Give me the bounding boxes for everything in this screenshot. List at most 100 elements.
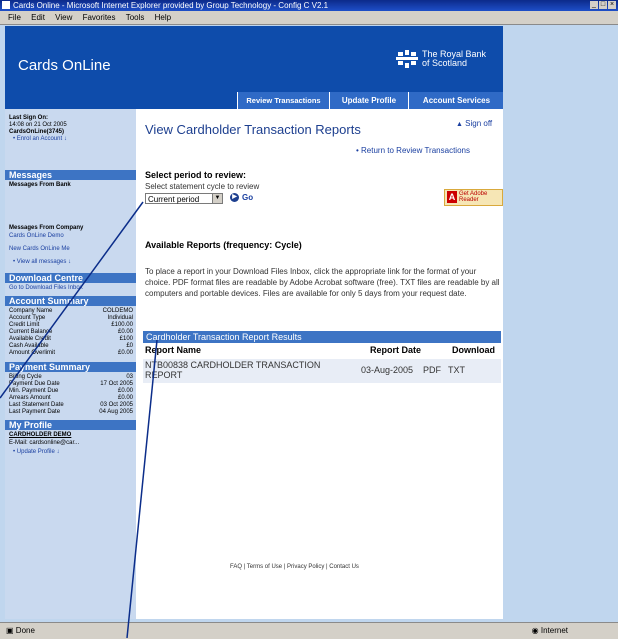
company-demo-link[interactable]: Cards OnLine Demo bbox=[9, 233, 133, 240]
minimize-button[interactable]: _ bbox=[590, 1, 598, 9]
maximize-button[interactable]: □ bbox=[599, 1, 607, 9]
period-heading: Select period to review: bbox=[145, 170, 247, 180]
table-row: Company Name COLDEMO bbox=[9, 308, 133, 315]
table-row: NTB00838 CARDHOLDER TRANSACTION REPORT 0… bbox=[143, 359, 501, 383]
txt-download-link[interactable]: TXT bbox=[448, 365, 465, 375]
menu-view[interactable]: View bbox=[55, 13, 72, 22]
row-value: £100.00 bbox=[111, 322, 133, 328]
available-reports-description: To place a report in your Download Files… bbox=[145, 267, 500, 298]
sidebar: Last Sign On: 14:08 on 21 Oct 2005 Cards… bbox=[5, 109, 136, 619]
dropdown-arrow-icon[interactable]: ▼ bbox=[212, 194, 222, 203]
view-all-label: View all messages bbox=[16, 259, 67, 265]
row-label: Company Name bbox=[9, 308, 53, 314]
menu-file[interactable]: File bbox=[8, 13, 21, 22]
col-report-date: Report Date bbox=[370, 345, 422, 355]
row-label: Billing Cycle bbox=[9, 374, 42, 380]
account-summary-table: Company Name COLDEMO Account Type Individua… bbox=[9, 308, 133, 357]
period-select[interactable]: Current period ▼ bbox=[145, 193, 223, 204]
row-value: £0.00 bbox=[117, 388, 133, 394]
enrol-account-link[interactable]: • Enrol an Account ↓ bbox=[13, 136, 133, 143]
menu-favorites[interactable]: Favorites bbox=[83, 13, 116, 22]
table-row: Payment Due Date 17 Oct 2005 bbox=[9, 381, 133, 388]
profile-email: E-Mail: cardsonline@car... bbox=[9, 440, 80, 446]
window-title-bar: Cards Online - Microsoft Internet Explor… bbox=[0, 0, 618, 11]
messages-from-company: Messages From Company bbox=[9, 225, 84, 231]
go-button[interactable]: ▶ Go bbox=[230, 193, 254, 203]
update-profile-label: Update Profile bbox=[16, 449, 55, 455]
row-value: 03 bbox=[126, 374, 133, 380]
table-row: Min. Payment Due £0.00 bbox=[9, 388, 133, 395]
rbs-daisy-icon bbox=[396, 50, 418, 68]
payment-summary-heading: Payment Summary bbox=[5, 362, 136, 372]
brand-title: Cards OnLine bbox=[18, 57, 111, 74]
view-all-messages-link[interactable]: • View all messages ↓ bbox=[13, 259, 137, 266]
payment-summary-table: Billing Cycle 03 Payment Due Date 17 Oct 20… bbox=[9, 374, 133, 416]
row-label: Last Payment Date bbox=[9, 409, 61, 415]
row-value: £0.00 bbox=[117, 395, 133, 401]
profile-name: CARDHOLDER DEMO bbox=[9, 432, 72, 438]
sign-off-link[interactable]: ▲ Sign off bbox=[456, 119, 492, 128]
row-label: Amount Overlimit bbox=[9, 350, 56, 356]
menu-edit[interactable]: Edit bbox=[31, 13, 45, 22]
row-value: 17 Oct 2005 bbox=[100, 381, 133, 387]
row-value: £100 bbox=[119, 336, 133, 342]
window-title: Cards Online - Microsoft Internet Explor… bbox=[13, 1, 329, 10]
go-label: Go bbox=[242, 193, 254, 202]
table-row: Account Type Individual bbox=[9, 315, 133, 322]
col-download: Download bbox=[452, 345, 495, 355]
update-profile-link[interactable]: • Update Profile ↓ bbox=[13, 449, 137, 456]
page-title: View Cardholder Transaction Reports bbox=[145, 122, 361, 137]
status-bar: ▣ Done ◉ Internet bbox=[0, 622, 618, 639]
table-row: Last Payment Date 04 Aug 2005 bbox=[9, 409, 133, 416]
window-controls: _ □ × bbox=[589, 1, 616, 9]
download-inbox-link[interactable]: Go to Download Files Inbox bbox=[9, 285, 133, 292]
table-row: Available Credit £100 bbox=[9, 336, 133, 343]
row-label: Arrears Amount bbox=[9, 395, 51, 401]
table-row: Cash Available £0 bbox=[9, 343, 133, 350]
zone-label: Internet bbox=[540, 626, 568, 635]
row-label: Current Balance bbox=[9, 329, 53, 335]
results-heading: Cardholder Transaction Report Results bbox=[143, 331, 501, 343]
get-adobe-reader-badge[interactable]: A Get Adobe Reader bbox=[444, 189, 503, 206]
table-row: Billing Cycle 03 bbox=[9, 374, 133, 381]
adobe-logo-icon: A bbox=[447, 191, 457, 203]
tab-update-profile[interactable]: Update Profile bbox=[329, 92, 408, 109]
table-row: Arrears Amount £0.00 bbox=[9, 395, 133, 402]
period-subheading: Select statement cycle to review bbox=[145, 182, 260, 191]
table-row: Amount Overlimit £0.00 bbox=[9, 350, 133, 357]
row-value: COLDEMO bbox=[102, 308, 133, 314]
menu-tools[interactable]: Tools bbox=[126, 13, 145, 22]
close-button[interactable]: × bbox=[608, 1, 616, 9]
messages-from-bank: Messages From Bank bbox=[9, 182, 71, 188]
account-summary-heading: Account Summary bbox=[5, 296, 136, 306]
go-arrow-icon: ▶ bbox=[230, 193, 239, 203]
row-label: Min. Payment Due bbox=[9, 388, 59, 394]
menu-bar: File Edit View Favorites Tools Help bbox=[0, 11, 618, 25]
row-label: Cash Available bbox=[9, 343, 49, 349]
new-cards-message-link[interactable]: New Cards OnLine Me bbox=[9, 246, 133, 253]
row-label: Payment Due Date bbox=[9, 381, 60, 387]
bank-name-line2: of Scotland bbox=[422, 58, 468, 68]
arrow-icon: ↓ bbox=[56, 449, 60, 455]
security-zone: ◉ Internet bbox=[532, 623, 568, 639]
last-sign-on-label: Last Sign On: bbox=[9, 115, 48, 121]
footer-links[interactable]: FAQ | Terms of Use | Privacy Policy | Co… bbox=[230, 564, 359, 570]
period-selected-value: Current period bbox=[148, 195, 200, 204]
messages-heading: Messages bbox=[5, 170, 136, 180]
last-sign-on-value: 14:08 on 21 Oct 2005 bbox=[9, 122, 67, 128]
report-date-cell: 03-Aug-2005 bbox=[361, 365, 414, 375]
pdf-download-link[interactable]: PDF bbox=[423, 365, 441, 375]
tab-review-transactions[interactable]: Review Transactions bbox=[237, 92, 329, 109]
lock-icon: ▲ bbox=[456, 121, 463, 128]
menu-help[interactable]: Help bbox=[155, 13, 171, 22]
enrol-account-label: Enrol an Account bbox=[16, 136, 63, 142]
table-row: Credit Limit £100.00 bbox=[9, 322, 133, 329]
arrow-icon: ↓ bbox=[63, 136, 67, 142]
return-label: Return to Review Transactions bbox=[361, 146, 470, 155]
row-value: £0.00 bbox=[117, 350, 133, 356]
return-to-review-link[interactable]: • Return to Review Transactions bbox=[356, 146, 470, 155]
table-row: Last Statement Date 03 Oct 2005 bbox=[9, 402, 133, 409]
ie-icon bbox=[2, 1, 10, 9]
tab-account-services[interactable]: Account Services bbox=[408, 92, 504, 109]
globe-icon: ◉ bbox=[531, 626, 539, 635]
